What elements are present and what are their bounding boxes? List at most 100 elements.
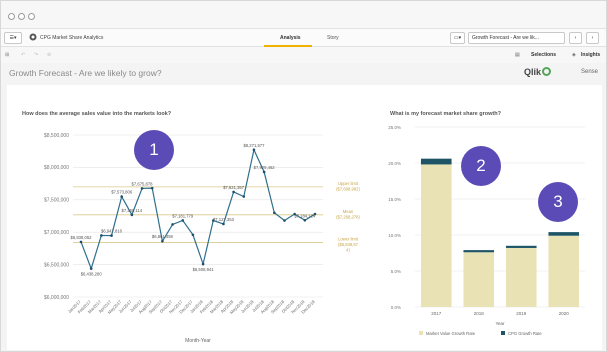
- data-label: $7,181,779: [172, 213, 194, 218]
- data-point: [171, 223, 174, 226]
- data-label: $6,838,052: [71, 235, 93, 240]
- legend-swatch-market-value: [419, 331, 423, 335]
- data-label: $7,573,806: [111, 190, 133, 195]
- reference-line-label: Lower limit: [338, 237, 359, 242]
- data-label: $7,268,114: [122, 208, 143, 213]
- legend-swatch-cpg-growth: [501, 331, 505, 335]
- data-label: $7,184,124: [294, 213, 316, 218]
- data-point: [191, 233, 195, 237]
- app-icon: [29, 33, 37, 43]
- bar-cpg-growth: [548, 232, 580, 236]
- data-point: [232, 190, 235, 194]
- reference-line-label: ($7,268,278): [336, 214, 360, 219]
- y-tick-label: 25.0%: [388, 125, 401, 130]
- marker-2: 2: [461, 146, 501, 186]
- insights-button[interactable]: Insights: [581, 50, 600, 60]
- step-forward-icon[interactable]: ↷: [34, 50, 38, 60]
- data-point: [161, 239, 164, 243]
- next-sheet-button[interactable]: ›: [586, 32, 599, 44]
- data-point: [262, 170, 266, 174]
- y-tick-label: $8,500,000: [44, 133, 69, 139]
- y-tick-label: 5.0%: [391, 269, 401, 274]
- data-point: [201, 262, 205, 266]
- data-label: $6,861,459: [152, 234, 174, 239]
- data-point: [150, 186, 154, 190]
- main-toolbar: ☰▾ CPG Market Share Analytics Analysis S…: [1, 28, 606, 47]
- data-label: $8,271,577: [243, 143, 265, 148]
- data-point: [110, 234, 113, 237]
- data-point: [120, 195, 123, 198]
- tablet-icon: ▭▾: [453, 35, 462, 41]
- data-label: $6,508,941: [193, 267, 215, 272]
- line-chart[interactable]: $8,500,000 $8,000,000 $7,500,000 $7,000,000…: [15, 119, 385, 349]
- x-tick-label: 2020: [559, 311, 570, 316]
- reference-line-label: ($6,838,57: [338, 242, 359, 247]
- data-point: [100, 234, 103, 237]
- y-tick-label: 15.0%: [388, 197, 401, 202]
- legend-label-cpg-growth: CPG Growth Rate: [508, 331, 542, 336]
- device-button[interactable]: ▭▾: [450, 32, 465, 44]
- sheet-selector[interactable]: Growth Forecast - Are we lik...: [468, 32, 565, 44]
- x-tick-label: 2018: [474, 311, 485, 316]
- bar-market-value: [505, 247, 537, 307]
- line-chart-title: How does the average sales value into th…: [22, 111, 172, 117]
- chevron-left-icon: ‹: [574, 35, 577, 41]
- hamburger-icon: ☰▾: [9, 35, 17, 41]
- y-tick-label: $8,000,000: [44, 165, 69, 171]
- sheet-title: Growth Forecast - Are we likely to grow?: [9, 68, 162, 78]
- marker-1-label: 1: [149, 140, 159, 159]
- selections-icon: ▤: [515, 52, 520, 58]
- x-tick-label: 2017: [431, 311, 442, 316]
- y-tick-label: 0.0%: [391, 305, 401, 310]
- brand-suffix: Sense: [581, 69, 599, 75]
- window-minimize-button[interactable]: [18, 13, 25, 20]
- y-tick-label: $6,500,000: [44, 262, 69, 268]
- reference-line-label: ($7,698,982): [336, 186, 360, 191]
- app-name[interactable]: CPG Market Share Analytics: [40, 33, 103, 43]
- data-point: [79, 240, 83, 244]
- data-label: $7,621,357: [223, 185, 245, 190]
- app-window: ☰▾ CPG Market Share Analytics Analysis S…: [0, 0, 607, 352]
- bar-market-value: [548, 235, 580, 307]
- x-axis-title: Year: [495, 321, 505, 326]
- sheet-header: Growth Forecast - Are we likely to grow?…: [1, 63, 606, 83]
- data-label: $7,675,878: [132, 181, 154, 186]
- menu-button[interactable]: ☰▾: [4, 32, 22, 44]
- selection-tool-icon[interactable]: ⊞: [5, 50, 9, 60]
- data-point: [140, 187, 144, 190]
- step-back-icon[interactable]: ↶: [21, 50, 25, 60]
- window-close-button[interactable]: [8, 13, 15, 20]
- bar-cpg-growth: [420, 158, 452, 165]
- bar-market-value: [420, 164, 452, 307]
- data-point: [222, 222, 225, 226]
- data-point: [242, 195, 246, 198]
- tab-analysis[interactable]: Analysis: [280, 33, 301, 43]
- marker-2-label: 2: [476, 156, 486, 175]
- qlik-logo: Qlik: [524, 67, 552, 77]
- clear-selections-icon[interactable]: ⊘: [47, 50, 51, 60]
- x-tick-label: 2019: [516, 311, 527, 316]
- reference-line-label: Mean: [343, 209, 354, 214]
- bar-cpg-growth: [463, 250, 495, 253]
- selections-button[interactable]: Selections: [531, 50, 556, 60]
- sub-toolbar: ⊞ ↶ ↷ ⊘ ▤ Selections ◈ Insights: [1, 47, 606, 63]
- sheet-canvas: How does the average sales value into th…: [7, 85, 602, 350]
- title-bar: [1, 1, 606, 28]
- bar-cpg-growth: [505, 245, 537, 248]
- tab-story[interactable]: Story: [327, 33, 339, 43]
- bar-chart-title: What is my forecast market share growth?: [390, 111, 501, 117]
- insights-icon: ◈: [572, 52, 576, 58]
- y-tick-label: 20.0%: [388, 161, 401, 166]
- marker-3-label: 3: [553, 192, 563, 211]
- bar-market-value: [463, 252, 495, 307]
- data-label: $6,947,816: [101, 229, 123, 234]
- data-point: [252, 148, 256, 152]
- data-point: [283, 219, 286, 222]
- y-tick-label: $7,500,000: [44, 198, 69, 204]
- y-tick-label: $7,000,000: [44, 230, 69, 236]
- previous-sheet-button[interactable]: ‹: [569, 32, 582, 44]
- window-zoom-button[interactable]: [28, 13, 35, 20]
- legend-label-market-value: Market Value Growth Rate: [426, 331, 476, 336]
- data-label: $6,438,280: [81, 272, 103, 277]
- brand-name: Qlik: [524, 67, 542, 77]
